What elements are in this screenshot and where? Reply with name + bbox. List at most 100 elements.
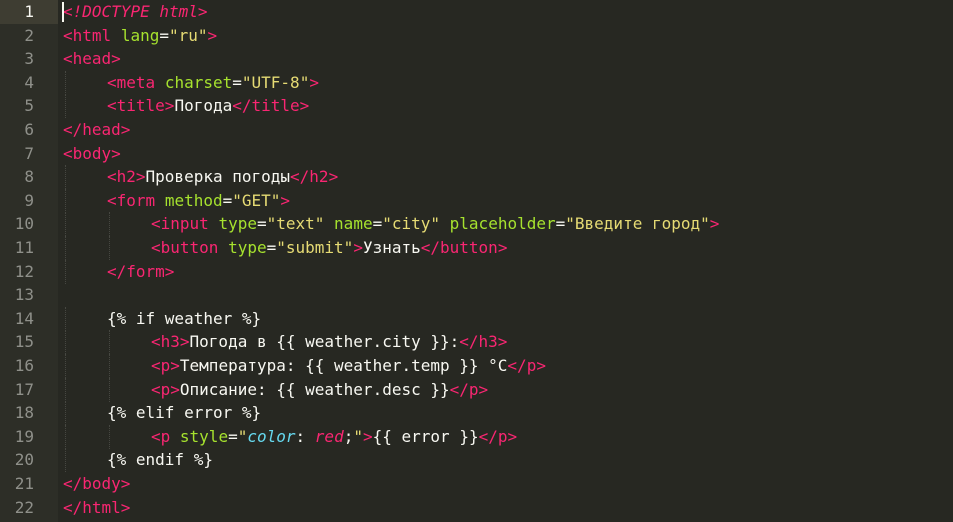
code-line[interactable]: 19 <p style="color: red;">{{ error }}</p> xyxy=(0,424,953,449)
code-token: </p> xyxy=(478,426,518,446)
indent-guide xyxy=(65,259,67,284)
code-text[interactable]: <h2>Проверка погоды</h2> xyxy=(107,165,338,189)
code-token: <button xyxy=(151,238,219,257)
code-line[interactable]: 17 <p>Описание: {{ weather.desc }}</p> xyxy=(0,377,953,402)
code-text[interactable]: <meta charset="UTF-8"> xyxy=(107,71,319,95)
code-token: type xyxy=(228,238,267,257)
code-token: </title> xyxy=(232,96,310,116)
code-line[interactable]: 8 <h2>Проверка погоды</h2> xyxy=(0,165,953,190)
code-text[interactable]: <!DOCTYPE html> xyxy=(63,0,208,24)
code-token: > xyxy=(362,426,373,446)
code-text[interactable]: <html lang="ru"> xyxy=(63,24,217,48)
indent-guide xyxy=(65,236,67,260)
code-line[interactable]: 9 <form method="GET"> xyxy=(0,188,953,213)
code-line[interactable]: 16 <p>Температура: {{ weather.temp }} °C<… xyxy=(0,354,953,378)
code-line[interactable]: 21 </body> xyxy=(0,472,953,496)
code-text[interactable]: </body> xyxy=(63,472,130,496)
code-text[interactable]: <button type="submit">Узнать</button> xyxy=(151,236,507,260)
code-token: <title> xyxy=(107,96,175,116)
code-token: </h3> xyxy=(459,332,508,352)
code-text[interactable]: </html> xyxy=(63,496,130,520)
code-line[interactable]: 1 <!DOCTYPE html> xyxy=(0,0,953,24)
indent-guide xyxy=(65,306,67,331)
line-number: 20 xyxy=(14,450,34,470)
code-token: type xyxy=(218,214,257,234)
code-token: <html xyxy=(63,25,112,45)
indent-guide xyxy=(65,188,67,213)
code-token: method xyxy=(164,190,223,210)
indent-guide xyxy=(65,354,67,378)
code-token: "submit" xyxy=(276,238,354,257)
code-text[interactable]: <body> xyxy=(63,142,121,166)
code-token: "text" xyxy=(266,214,325,234)
code-text[interactable]: <p style="color: red;">{{ error }}</p> xyxy=(151,425,517,449)
code-token: < xyxy=(63,2,73,21)
code-line[interactable]: 7 <body> xyxy=(0,142,953,166)
code-token: </button> xyxy=(420,238,508,257)
indent-guide xyxy=(109,330,111,355)
code-token: </p> xyxy=(449,379,489,399)
code-text[interactable]: </form> xyxy=(107,260,174,284)
code-text[interactable]: <title>Погода</title> xyxy=(107,94,309,118)
indent-guide xyxy=(65,448,67,473)
code-token: {{ error }} xyxy=(372,426,479,446)
code-line[interactable]: 22 </html> xyxy=(0,496,953,520)
code-token: </form> xyxy=(107,261,175,281)
code-editor[interactable]: 1 <!DOCTYPE html> 2 <html lang="ru"> 3 <head>… xyxy=(0,0,953,522)
code-token: "city" xyxy=(382,214,441,234)
code-token: <h2> xyxy=(107,167,146,187)
code-token: style xyxy=(179,426,229,446)
code-text[interactable]: <input type="text" name="city" placehold… xyxy=(151,212,719,236)
code-token: </head> xyxy=(63,120,131,139)
indent-guide xyxy=(65,424,67,449)
indent-guide xyxy=(65,70,67,95)
indent-guide xyxy=(109,377,111,402)
code-token: "Введите город" xyxy=(565,214,710,234)
code-token: <p> xyxy=(151,356,180,375)
code-line[interactable]: 4 <meta charset="UTF-8"> xyxy=(0,70,953,95)
code-line[interactable]: 10 <input type="text" name="city" placeho… xyxy=(0,212,953,237)
line-number: 12 xyxy=(14,261,34,281)
code-text[interactable]: <h3>Погода в {{ weather.city }}:</h3> xyxy=(151,330,507,354)
code-line[interactable]: 14 {% if weather %} xyxy=(0,306,953,331)
code-line[interactable]: 2 <html lang="ru"> xyxy=(0,24,953,48)
code-line[interactable]: 18 {% elif error %} xyxy=(0,401,953,426)
line-number: 6 xyxy=(24,120,34,139)
line-number: 2 xyxy=(24,25,34,45)
code-line[interactable]: 15 <h3>Погода в {{ weather.city }}:</h3> xyxy=(0,330,953,355)
code-text[interactable]: <form method="GET"> xyxy=(107,189,290,213)
indent-guide xyxy=(65,330,67,355)
code-text[interactable]: <p>Температура: {{ weather.temp }} °C</p… xyxy=(151,354,546,378)
line-number: 16 xyxy=(14,356,34,375)
code-text[interactable]: {% if weather %} xyxy=(107,307,261,331)
code-token: </body> xyxy=(63,474,131,493)
code-text[interactable]: {% elif error %} xyxy=(107,401,261,425)
code-token: <input xyxy=(151,214,209,234)
code-token: > xyxy=(197,2,208,21)
code-text[interactable]: <p>Описание: {{ weather.desc }}</p> xyxy=(151,378,488,402)
code-token: Погода xyxy=(174,96,233,116)
code-line[interactable]: 6 </head> xyxy=(0,118,953,142)
code-line[interactable]: 5 <title>Погода</title> xyxy=(0,94,953,119)
line-number: 17 xyxy=(14,379,34,399)
code-text[interactable]: </head> xyxy=(63,118,130,142)
code-text[interactable]: {% endif %} xyxy=(107,448,213,472)
code-line[interactable]: 13 xyxy=(0,283,953,307)
code-line[interactable]: 3 <head> xyxy=(0,47,953,71)
indent-guide xyxy=(109,236,111,260)
code-token: lang xyxy=(120,25,160,45)
code-line[interactable]: 11 <button type="submit">Узнать</button> xyxy=(0,236,953,260)
code-line[interactable]: 12 </form> xyxy=(0,259,953,284)
code-token: placeholder xyxy=(449,214,556,234)
indent-guide xyxy=(109,424,111,449)
code-token: charset xyxy=(164,72,233,92)
line-number: 4 xyxy=(24,72,34,92)
code-line[interactable]: 20 {% endif %} xyxy=(0,448,953,473)
code-text[interactable]: <head> xyxy=(63,47,121,71)
